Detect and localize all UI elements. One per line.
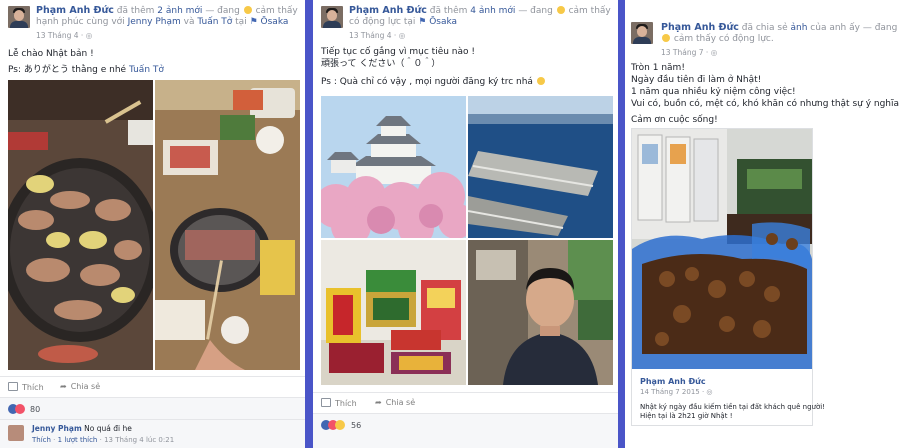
post-text-line: 頑張って ください（＾０＾）	[321, 59, 441, 69]
post-date[interactable]: 13 Tháng 4 · ◎	[349, 31, 405, 40]
photo-snack-bags[interactable]	[632, 129, 812, 369]
photo-kansai-airport[interactable]	[468, 96, 613, 238]
post-text-line: 1 năm qua nhiều kỷ niệm công việc!	[631, 87, 796, 97]
post-date[interactable]: 13 Tháng 7 · ◎	[661, 48, 717, 57]
happy-emoji-icon	[243, 6, 252, 14]
post-header-text: Phạm Anh Đức đã thêm 2 ảnh mới — đang cả…	[36, 5, 298, 27]
comment-time: 13 Tháng 4 lúc 0:21	[104, 436, 175, 444]
thumbs-up-icon	[321, 398, 331, 407]
post-card-3: Phạm Anh Đức đã chia sẻ ảnh của anh ấy —…	[625, 0, 900, 448]
post-text-line: Tròn 1 năm!	[631, 63, 685, 73]
post-header-text: Phạm Anh Đức đã chia sẻ ảnh của anh ấy —…	[661, 22, 898, 44]
reactions-bar[interactable]: 80	[0, 397, 305, 420]
location-pin-icon: ⚑	[418, 17, 427, 27]
avatar[interactable]	[8, 6, 30, 28]
tag-link[interactable]: Tuấn Tở	[197, 17, 232, 27]
globe-icon: ◎	[398, 31, 406, 40]
post-text-line: Ps : Quà chỉ có vậy , mọi người đăng ký …	[321, 76, 612, 88]
post-text-line: Ps: ありがとう thằng e nhé Tuấn Tở	[8, 65, 164, 75]
shared-post-text: Nhật ký ngày đầu kiếm tiền tại đất khách…	[640, 403, 826, 420]
motivated-emoji-icon	[556, 6, 565, 14]
post-text-line: Tiếp tục cố gắng vì mục tiêu nào !	[321, 47, 475, 57]
post-header: Phạm Anh Đức đã thêm 4 ảnh mới — đang cả…	[313, 0, 618, 40]
new-photos-link[interactable]: 2 ảnh mới	[157, 6, 202, 16]
grin-emoji-icon	[536, 77, 545, 85]
share-arrow-icon: ➦	[375, 398, 382, 407]
post-text-line: Lễ chào Nhật bản !	[8, 49, 94, 59]
post-body: Tròn 1 năm! Ngày đầu tiên đi làm ở Nhật!…	[631, 62, 900, 126]
author-link[interactable]: Phạm Anh Đức	[349, 5, 427, 16]
comment-like-link[interactable]: Thích	[32, 436, 51, 444]
avatar[interactable]	[321, 6, 343, 28]
divider	[618, 0, 625, 448]
shared-photo-link[interactable]: ảnh	[790, 23, 807, 33]
tag-link[interactable]: Tuấn Tở	[129, 65, 164, 75]
comment: Jenny Phạm No quá đi he Thích · 1 lượt t…	[0, 419, 305, 448]
reaction-count: 56	[351, 421, 362, 430]
share-button[interactable]: ➦ Chia sẻ	[375, 398, 415, 407]
post-date[interactable]: 13 Tháng 4 · ◎	[36, 31, 92, 40]
post-body: Lễ chào Nhật bản ! Ps: ありがとう thằng e nhé…	[8, 48, 299, 76]
shared-post-date[interactable]: 14 Tháng 7 2015 · ◎	[640, 388, 713, 396]
divider	[305, 0, 313, 448]
tag-link[interactable]: Jenny Phạm	[128, 17, 181, 27]
photo-selfie[interactable]	[468, 240, 613, 385]
photo-dinner-table[interactable]	[155, 80, 300, 370]
photo-himeji-castle[interactable]	[321, 96, 466, 238]
photo-bbq-grill[interactable]	[8, 80, 153, 370]
thumbs-up-icon	[8, 382, 18, 391]
post-header: Phạm Anh Đức đã chia sẻ ảnh của anh ấy —…	[625, 0, 900, 57]
photo-gift-boxes[interactable]	[321, 240, 466, 385]
post-card-2: Phạm Anh Đức đã thêm 4 ảnh mới — đang cả…	[313, 0, 618, 448]
wow-reaction-icon	[335, 420, 345, 430]
share-button[interactable]: ➦ Chia sẻ	[60, 382, 100, 391]
share-arrow-icon: ➦	[60, 382, 67, 391]
location-link[interactable]: Ōsaka	[261, 17, 289, 27]
reaction-count: 80	[30, 405, 41, 414]
like-button[interactable]: Thích	[321, 398, 357, 408]
post-actions: Thích ➦ Chia sẻ	[313, 392, 618, 413]
globe-icon: ◎	[85, 31, 93, 40]
love-reaction-icon	[15, 404, 25, 414]
comment-likes-count[interactable]: 1 lượt thích	[58, 436, 98, 444]
location-link[interactable]: Ōsaka	[429, 17, 457, 27]
post-header: Phạm Anh Đức đã thêm 2 ảnh mới — đang cả…	[0, 0, 305, 40]
author-link[interactable]: Phạm Anh Đức	[36, 5, 114, 16]
commenter-avatar[interactable]	[8, 425, 24, 441]
location-pin-icon: ⚑	[249, 17, 258, 27]
globe-icon: ◎	[706, 388, 713, 396]
reactions-bar[interactable]: 56	[313, 413, 618, 448]
avatar[interactable]	[631, 22, 653, 44]
post-text-line: Cảm ơn cuộc sống!	[631, 115, 718, 125]
post-body: Tiếp tục cố gắng vì mục tiêu nào ! 頑張って …	[321, 46, 612, 88]
comment-text: No quá đi he	[84, 424, 132, 433]
motivated-emoji-icon	[662, 34, 670, 42]
author-link[interactable]: Phạm Anh Đức	[661, 22, 739, 33]
new-photos-link[interactable]: 4 ảnh mới	[470, 6, 515, 16]
post-header-text: Phạm Anh Đức đã thêm 4 ảnh mới — đang cả…	[349, 5, 611, 27]
shared-author-link[interactable]: Phạm Anh Đức	[640, 377, 706, 386]
like-button[interactable]: Thích	[8, 382, 44, 392]
post-text-line: Vui có, buồn có, mệt có, khó khăn có như…	[631, 99, 900, 109]
commenter-name[interactable]: Jenny Phạm	[32, 424, 82, 433]
post-card-1: Phạm Anh Đức đã thêm 2 ảnh mới — đang cả…	[0, 0, 305, 448]
globe-icon: ◎	[710, 48, 718, 57]
shared-post[interactable]: Phạm Anh Đức 14 Tháng 7 2015 · ◎ Nhật ký…	[631, 128, 825, 426]
post-text-line: Ngày đầu tiên đi làm ở Nhật!	[631, 75, 762, 85]
post-actions: Thích ➦ Chia sẻ	[0, 376, 305, 397]
